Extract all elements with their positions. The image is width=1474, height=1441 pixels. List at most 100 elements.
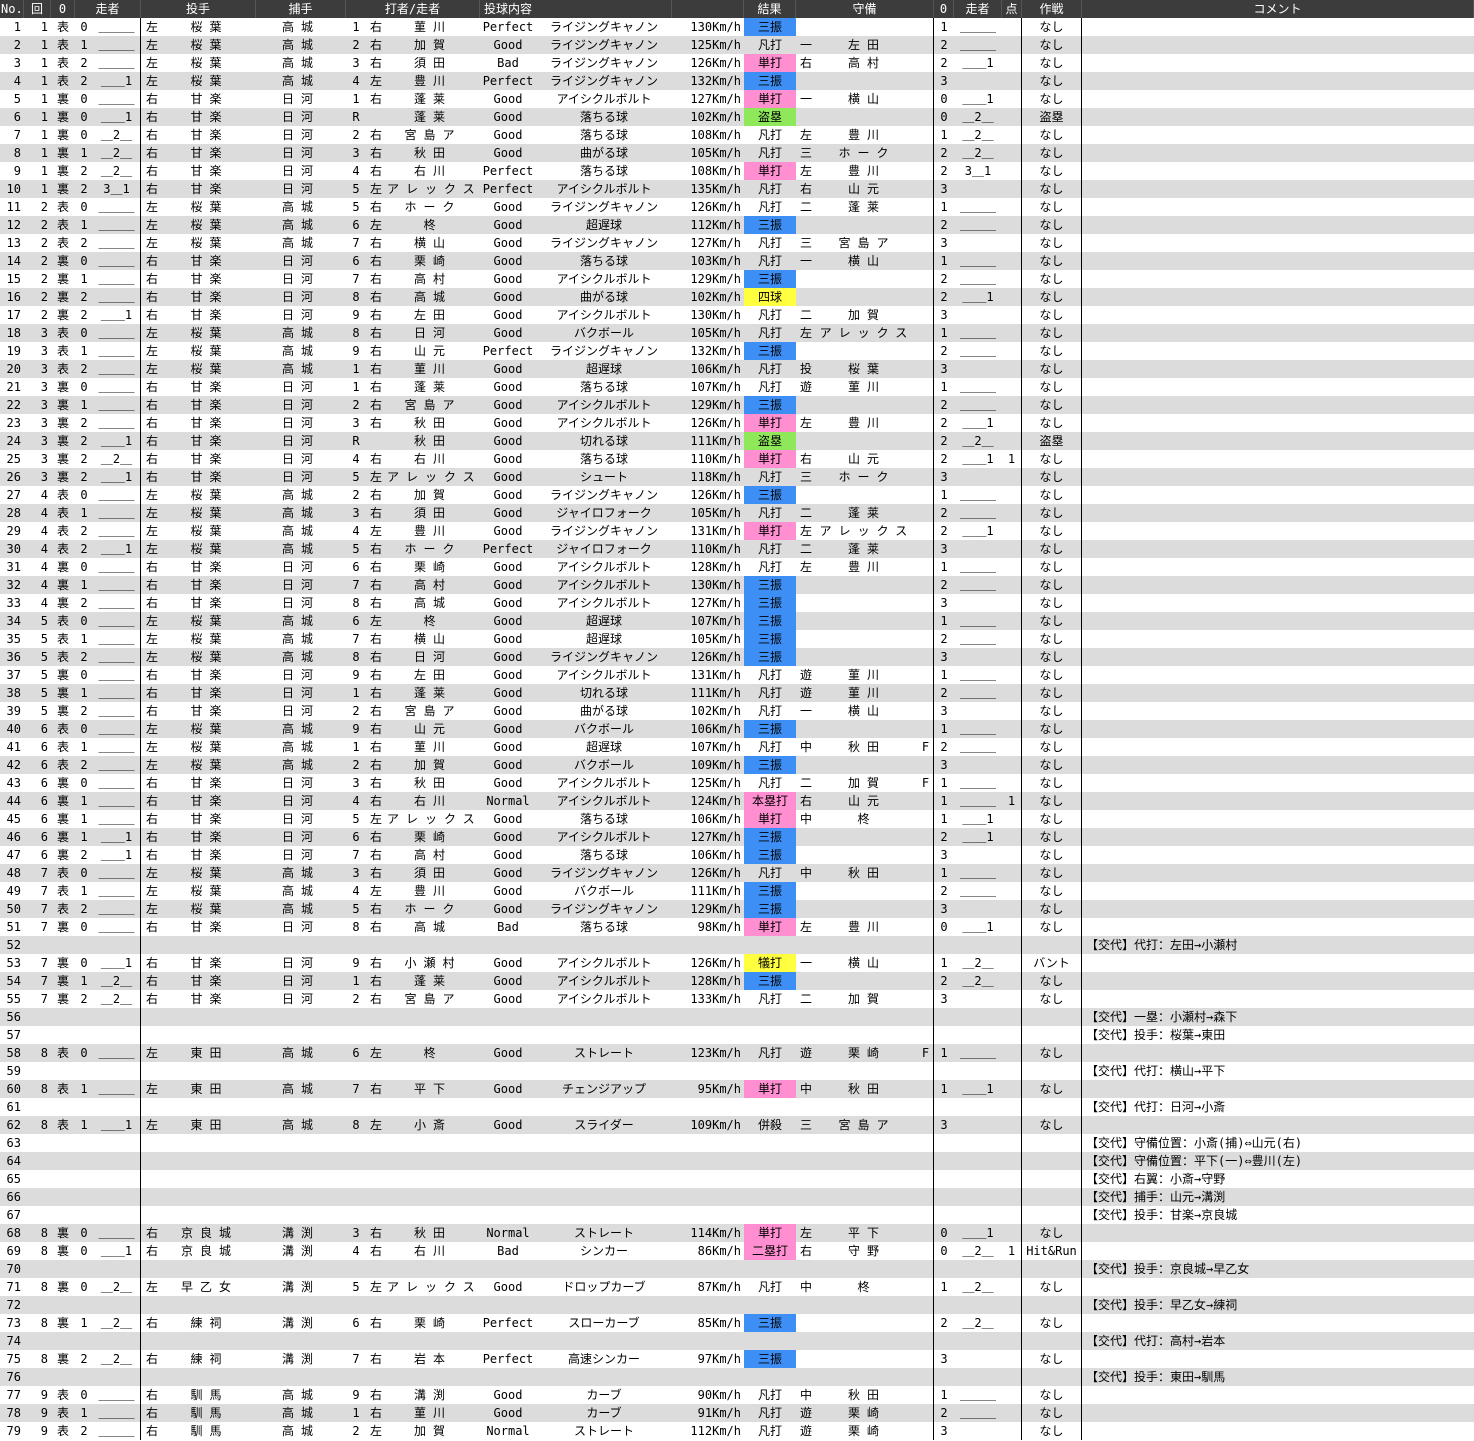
cell-comment[interactable] (1082, 666, 1474, 684)
cell-fielder-pos[interactable]: 二 (796, 198, 816, 216)
cell-no[interactable]: 65 (0, 1170, 24, 1188)
cell-no[interactable]: 26 (0, 468, 24, 486)
cell-score[interactable] (1002, 522, 1022, 540)
cell-result[interactable]: 単打 (744, 522, 796, 540)
cell-order[interactable] (346, 936, 366, 954)
cell-runners-after[interactable]: 3＿1 (954, 162, 1002, 180)
cell-order[interactable]: 4 (346, 882, 366, 900)
cell-result[interactable]: 三振 (744, 648, 796, 666)
cell-error[interactable] (918, 450, 934, 468)
cell-comment[interactable] (1082, 504, 1474, 522)
cell-catcher[interactable] (256, 1008, 346, 1026)
cell-comment[interactable] (1082, 828, 1474, 846)
cell-runners-before[interactable]: ＿＿＿ (93, 810, 141, 828)
cell-order[interactable] (346, 1332, 366, 1350)
cell-comment[interactable] (1082, 648, 1474, 666)
cell-error[interactable] (918, 414, 934, 432)
cell-outs-before[interactable]: 2 (75, 1350, 93, 1368)
cell-fielder-pos[interactable] (796, 576, 816, 594)
cell-fielder[interactable] (816, 486, 918, 504)
cell-pitch-type[interactable] (536, 1206, 672, 1224)
cell-runners-before[interactable]: ＿＿1 (93, 846, 141, 864)
cell-strategy[interactable]: なし (1022, 594, 1082, 612)
cell-runners-after[interactable]: ＿2＿ (954, 972, 1002, 990)
cell-fielder-pos[interactable]: 左 (796, 162, 816, 180)
cell-pitch-type[interactable]: アイシクルボルト (536, 666, 672, 684)
cell-speed[interactable]: 124Km/h (672, 792, 744, 810)
table-row[interactable]: 26 3 裏 2 ＿＿1 右甘楽 日河 5 左アレックス Good シュート 118Km/h 凡打三ホー… (0, 468, 1474, 486)
cell-fielder[interactable] (816, 72, 918, 90)
cell-catcher[interactable]: 日河 (256, 450, 346, 468)
cell-bat-hand[interactable]: 左 (366, 1422, 386, 1440)
cell-half[interactable]: 裏 (51, 90, 75, 108)
cell-bat-hand[interactable]: 左 (366, 882, 386, 900)
table-row[interactable]: 14 2 裏 0 ＿＿＿ 右甘楽 日河 6 右栗崎 Good 落ちる球 103Km/h 凡打一横山 1 ＿＿… (0, 252, 1474, 270)
cell-fielder[interactable]: 栗崎 (816, 1044, 918, 1062)
cell-comment[interactable] (1082, 810, 1474, 828)
cell-score[interactable] (1002, 432, 1022, 450)
cell-runners-after[interactable] (954, 1116, 1002, 1134)
cell-quality[interactable]: Good (480, 414, 536, 432)
cell-outs-after[interactable]: 0 (934, 90, 954, 108)
cell-strategy[interactable]: なし (1022, 450, 1082, 468)
cell-result[interactable]: 凡打 (744, 360, 796, 378)
cell-speed[interactable]: 128Km/h (672, 972, 744, 990)
cell-runners-before[interactable]: ＿＿＿ (93, 414, 141, 432)
cell-no[interactable]: 53 (0, 954, 24, 972)
header-batter[interactable]: 打者/走者 (346, 0, 480, 18)
cell-comment[interactable] (1082, 234, 1474, 252)
cell-pitch-type[interactable]: アイシクルボルト (536, 270, 672, 288)
table-row[interactable]: 32 4 裏 1 ＿＿＿ 右甘楽 日河 7 右高村 Good アイシクルボルト 130Km/h 三振 2 ＿… (0, 576, 1474, 594)
cell-fielder[interactable]: 菫川 (816, 666, 918, 684)
cell-outs-before[interactable]: 2 (75, 702, 93, 720)
cell-runners-after[interactable] (954, 594, 1002, 612)
cell-batter[interactable]: 秋田 (386, 414, 480, 432)
cell-score[interactable] (1002, 1044, 1022, 1062)
cell-inning[interactable] (24, 936, 51, 954)
cell-fielder-pos[interactable]: 一 (796, 90, 816, 108)
cell-comment[interactable] (1082, 36, 1474, 54)
cell-strategy[interactable]: なし (1022, 918, 1082, 936)
cell-runners-after[interactable]: ＿＿＿ (954, 882, 1002, 900)
cell-fielder-pos[interactable] (796, 828, 816, 846)
cell-outs-after[interactable]: 3 (934, 180, 954, 198)
cell-inning[interactable]: 9 (24, 1422, 51, 1440)
cell-half[interactable]: 表 (51, 36, 75, 54)
cell-catcher[interactable]: 日河 (256, 828, 346, 846)
cell-speed[interactable]: 112Km/h (672, 1422, 744, 1440)
cell-error[interactable] (918, 918, 934, 936)
cell-order[interactable]: 3 (346, 864, 366, 882)
cell-speed[interactable]: 118Km/h (672, 468, 744, 486)
cell-speed[interactable]: 128Km/h (672, 558, 744, 576)
cell-order[interactable]: 4 (346, 72, 366, 90)
cell-outs-after[interactable]: 3 (934, 1350, 954, 1368)
cell-fielder[interactable]: 横山 (816, 90, 918, 108)
cell-batter[interactable]: 加賀 (386, 756, 480, 774)
cell-no[interactable]: 25 (0, 450, 24, 468)
cell-fielder[interactable] (816, 846, 918, 864)
cell-fielder[interactable] (816, 1098, 918, 1116)
cell-fielder[interactable]: 蓬莱 (816, 198, 918, 216)
cell-result[interactable] (744, 1260, 796, 1278)
cell-comment[interactable]: 【交代】守備位置：平下(一)⇔豊川(左) (1082, 1152, 1474, 1170)
cell-runners-after[interactable]: ＿＿＿ (954, 216, 1002, 234)
cell-score[interactable] (1002, 1170, 1022, 1188)
cell-error[interactable] (918, 1026, 934, 1044)
cell-fielder-pos[interactable] (796, 936, 816, 954)
cell-order[interactable]: 1 (346, 18, 366, 36)
cell-pitcher[interactable] (163, 1296, 256, 1314)
cell-pitcher[interactable] (163, 1008, 256, 1026)
cell-batter[interactable]: 左田 (386, 306, 480, 324)
cell-fielder-pos[interactable] (796, 756, 816, 774)
cell-outs-before[interactable]: 0 (75, 774, 93, 792)
cell-quality[interactable]: Good (480, 504, 536, 522)
cell-quality[interactable]: Good (480, 774, 536, 792)
cell-catcher[interactable]: 日河 (256, 252, 346, 270)
cell-runners-before[interactable] (93, 1008, 141, 1026)
table-row[interactable]: 42 6 表 2 ＿＿＿ 左桜葉 高城 2 右加賀 Good バクボール 109Km/h 三振 3 なし (0, 756, 1474, 774)
cell-no[interactable]: 44 (0, 792, 24, 810)
cell-quality[interactable]: Bad (480, 54, 536, 72)
cell-half[interactable]: 裏 (51, 702, 75, 720)
cell-fielder-pos[interactable] (796, 1188, 816, 1206)
cell-pitch-type[interactable]: アイシクルボルト (536, 414, 672, 432)
